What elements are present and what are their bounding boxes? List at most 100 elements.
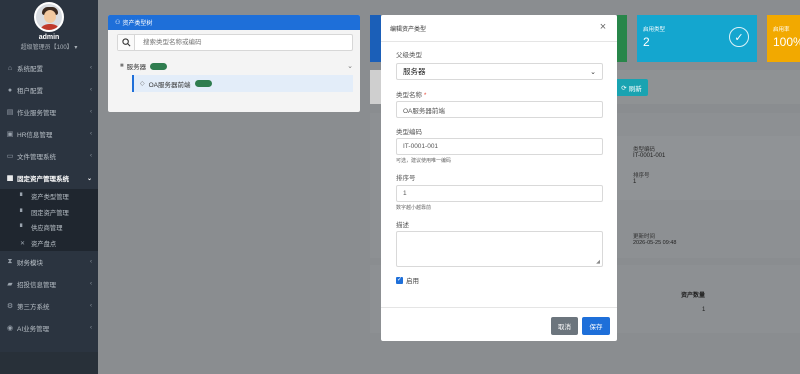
tree-node-oa-frontend[interactable]: ◇ OA服务器前端: [132, 75, 353, 92]
stat-value: 100%: [773, 35, 800, 49]
refresh-icon: ⟳: [621, 84, 627, 92]
sidebar-item-ai[interactable]: ◉ AI业务管理 ‹: [0, 317, 98, 339]
parent-type-label: 父级类型: [396, 52, 422, 59]
sidebar-item-hr[interactable]: ▣ HR信息管理 ‹: [0, 123, 98, 145]
stat-card-rate: 启用率 100%: [767, 15, 800, 62]
sort-order-value: 1: [403, 190, 407, 197]
sidebar-item-fixed-assets[interactable]: ▦ 固定资产管理系统 ⌄: [0, 167, 98, 189]
detail-updated-label: 更新时间: [633, 234, 656, 240]
sidebar-item-label: 文件管理系统: [17, 154, 56, 161]
chevron-left-icon: ‹: [90, 65, 92, 71]
sidebar-item-label: 招投信息管理: [17, 282, 56, 289]
parent-type-select[interactable]: 服务器 ⌄: [396, 63, 603, 80]
sidebar-item-label: 租户配置: [17, 88, 43, 95]
enabled-label: 启用: [406, 278, 419, 285]
content-card-left: [370, 70, 381, 104]
sidebar-item-label: 固定资产管理系统: [17, 176, 69, 183]
sidebar-submenu: ▘ 资产类型管理 ▘ 固定资产管理 ▘ 供应商管理 ✕ 资产盘点: [0, 189, 98, 251]
user-icon: ●: [7, 86, 13, 94]
status-badge: [150, 62, 168, 70]
chevron-left-icon: ‹: [90, 325, 92, 331]
asset-count-value: 1: [702, 307, 706, 313]
chevron-left-icon: ‹: [90, 131, 92, 137]
sidebar-footer: [0, 352, 98, 374]
sort-order-label: 排序号: [396, 175, 416, 182]
stat-card-enabled: 启用类型 2 ✓: [637, 15, 757, 62]
sidebar-item-label: AI业务管理: [17, 326, 50, 333]
asset-type-tree-panel: ⚇ 资产类型树 ■ 服务器 ⌄ ◇ OA服务器前端: [108, 15, 360, 112]
type-code-label: 类型编码: [396, 129, 422, 136]
user-profile: admin 超级管理员【100】 ▾: [0, 0, 98, 57]
parent-type-value: 服务器: [403, 67, 426, 76]
sort-order-input[interactable]: 1: [396, 185, 603, 202]
tree-panel-header: ⚇ 资产类型树: [108, 15, 360, 30]
sidebar: admin 超级管理员【100】 ▾ ⌂ 系统配置 ‹ ● 租户配置 ‹ ▤ 作…: [0, 0, 98, 374]
chevron-down-icon: ▾: [74, 45, 78, 51]
sidebar-item-tenant-config[interactable]: ● 租户配置 ‹: [0, 79, 98, 101]
sidebar-subitem-supplier[interactable]: ▘ 供应商管理: [0, 220, 98, 236]
avatar[interactable]: [34, 2, 64, 32]
status-badge: [194, 80, 212, 87]
stat-card-green: [617, 15, 627, 62]
briefcase-icon: ▦: [6, 175, 14, 182]
sidebar-item-bidding[interactable]: ▰ 招投信息管理 ‹: [0, 273, 98, 295]
sidebar-item-label: 第三方系统: [17, 304, 50, 311]
stat-card-blue: [370, 15, 381, 62]
chevron-left-icon: ‹: [90, 109, 92, 115]
tree-search-input[interactable]: [135, 35, 352, 50]
sidebar-subitem-inventory[interactable]: ✕ 资产盘点: [0, 236, 98, 252]
user-name: admin: [38, 34, 60, 41]
detail-code-label: 类型编码: [633, 147, 656, 153]
sidebar-item-label: 系统配置: [17, 66, 43, 73]
sidebar-subitem-fixed-asset[interactable]: ▘ 固定资产管理: [0, 205, 98, 221]
user-role[interactable]: 超级管理员【100】 ▾: [21, 42, 78, 51]
chevron-left-icon: ‹: [90, 303, 92, 309]
chevron-down-icon: ⌄: [590, 68, 596, 76]
stat-label: 启用率: [773, 27, 790, 33]
type-code-value: IT-0001-001: [403, 143, 439, 150]
search-icon[interactable]: [118, 35, 135, 50]
refresh-button[interactable]: ⟳ 刷新: [615, 79, 648, 96]
detail-sort-label: 排序号: [633, 173, 650, 179]
folder-icon: ■: [120, 63, 124, 69]
sidebar-item-third-party[interactable]: ⚙ 第三方系统 ‹: [0, 295, 98, 317]
sidebar-subitem-label: 供应商管理: [31, 225, 63, 233]
resize-grip-icon[interactable]: ◢: [596, 259, 600, 265]
sidebar-item-system-config[interactable]: ⌂ 系统配置 ‹: [0, 57, 98, 79]
description-textarea[interactable]: ◢: [396, 231, 603, 267]
asset-count-header: 资产数量: [681, 293, 706, 299]
chevron-down-icon[interactable]: ⌄: [347, 62, 353, 70]
tree-node-server[interactable]: ■ 服务器 ⌄: [120, 59, 360, 73]
chevron-left-icon: ‹: [90, 153, 92, 159]
chevron-left-icon: ‹: [90, 281, 92, 287]
type-name-label-text: 类型名称: [396, 92, 422, 99]
chevron-left-icon: ‹: [90, 259, 92, 265]
file-icon: ▭: [6, 153, 14, 160]
sidebar-item-file-system[interactable]: ▭ 文件管理系统 ‹: [0, 145, 98, 167]
bank-icon: ⌂: [7, 64, 13, 72]
close-icon[interactable]: ×: [597, 21, 609, 33]
hourglass-icon: ⧗: [7, 258, 13, 265]
type-code-input[interactable]: IT-0001-001: [396, 138, 603, 155]
description-label: 描述: [396, 222, 409, 229]
id-card-icon: ▣: [6, 131, 14, 138]
sidebar-item-finance[interactable]: ⧗ 财务模块 ‹: [0, 251, 98, 273]
tree-node-label: OA服务器前端: [148, 81, 191, 89]
sidebar-item-label: 财务模块: [17, 260, 43, 267]
sidebar-item-job-service[interactable]: ▤ 作业服务管理 ‹: [0, 101, 98, 123]
cancel-button[interactable]: 取消: [551, 317, 578, 335]
save-button[interactable]: 保存: [582, 317, 610, 335]
hierarchy-icon: ⚇: [115, 20, 121, 26]
user-role-text: 超级管理员【100】: [20, 45, 73, 51]
enabled-checkbox-row[interactable]: ✓ 启用: [396, 275, 419, 285]
type-name-input[interactable]: OA服务器前端: [396, 101, 603, 118]
sidebar-subitem-asset-type[interactable]: ▘ 资产类型管理: [0, 189, 98, 205]
chevron-down-icon: ⌄: [86, 175, 92, 182]
server-icon: ▤: [6, 109, 14, 116]
enabled-checkbox[interactable]: ✓: [396, 276, 403, 284]
document-icon: ▘: [20, 209, 25, 216]
sidebar-item-label: 作业服务管理: [17, 110, 56, 117]
refresh-label: 刷新: [628, 85, 642, 93]
type-code-help: 可选，建议使用唯一编码: [396, 158, 452, 164]
detail-code-value: IT-0001-001: [633, 153, 666, 159]
